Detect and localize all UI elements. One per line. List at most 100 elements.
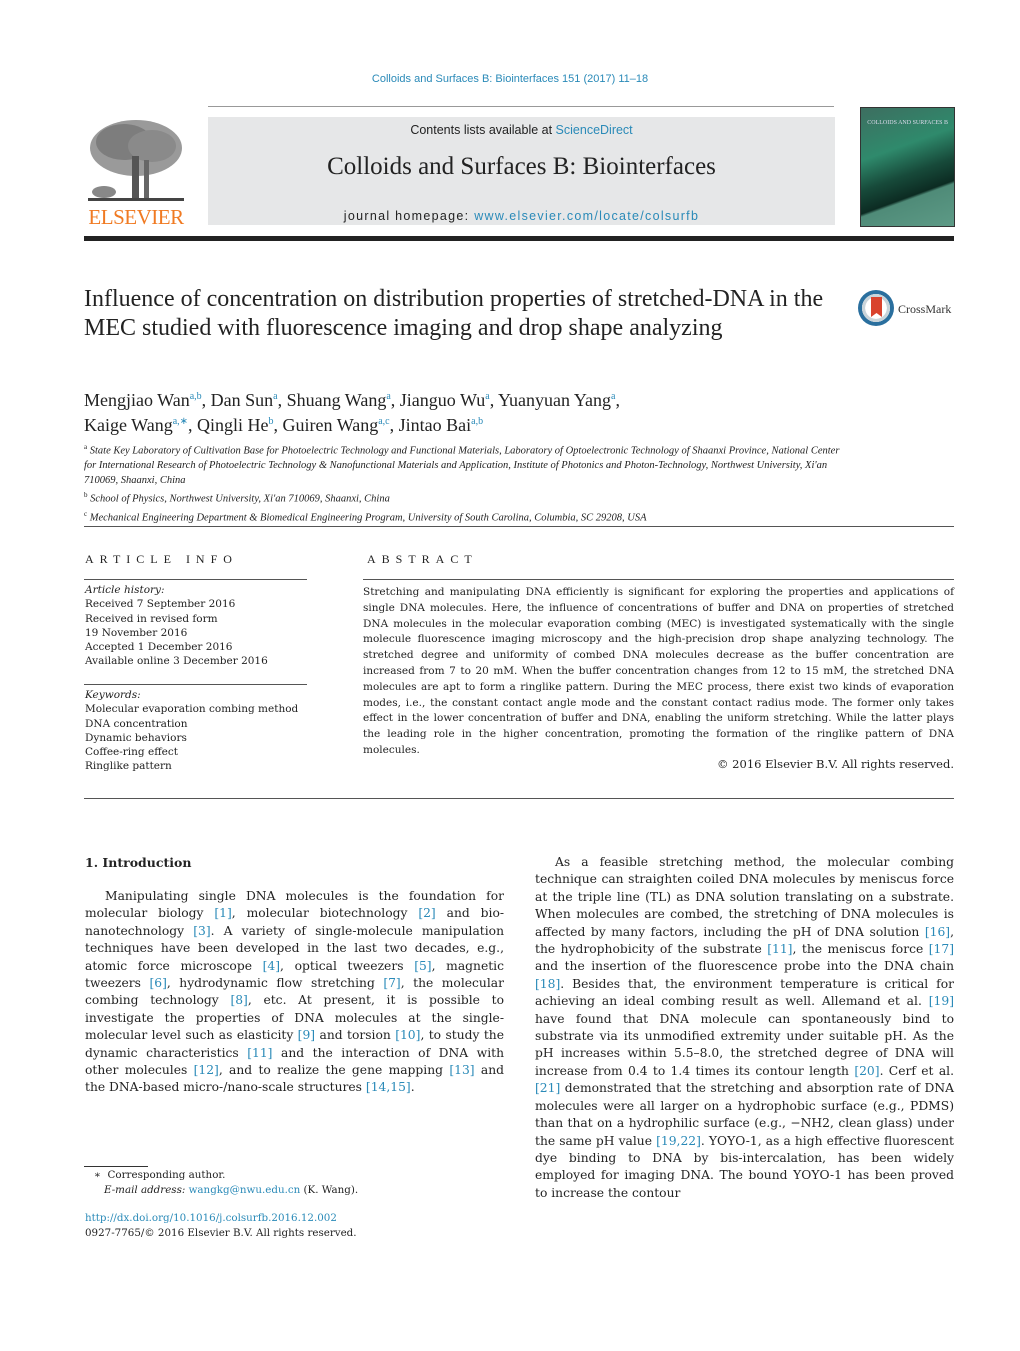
author[interactable]: Yuanyuan Yanga [498, 390, 615, 410]
journal-reference-link[interactable]: Colloids and Surfaces B: Biointerfaces 1… [0, 73, 1020, 85]
affiliations: a State Key Laboratory of Cultivation Ba… [84, 440, 844, 526]
author[interactable]: Jianguo Wua [400, 390, 490, 410]
citation-link[interactable]: [13] [449, 1063, 474, 1077]
affiliation-label: c [84, 510, 88, 518]
history-item: 19 November 2016 [85, 626, 188, 639]
author-name: Jintao Bai [398, 415, 472, 435]
author[interactable]: Dan Suna [211, 390, 278, 410]
affiliation-item: c Mechanical Engineering Department & Bi… [84, 507, 844, 526]
citation-link[interactable]: [16] [925, 925, 950, 939]
citation-link[interactable]: [10] [395, 1028, 420, 1042]
divider [84, 579, 307, 580]
author-separator: , [273, 415, 283, 435]
issn-line: 0927-7765/© 2016 Elsevier B.V. All right… [85, 1226, 357, 1239]
section-heading-introduction: 1. Introduction [85, 855, 192, 870]
article-history: Article history: Received 7 September 20… [85, 583, 305, 669]
journal-cover-thumbnail[interactable]: COLLOIDS AND SURFACES B [860, 107, 955, 227]
footnote-rule [84, 1166, 148, 1167]
affiliation-mark[interactable]: a,∗ [173, 416, 188, 427]
affiliation-mark[interactable]: a,c [378, 416, 389, 427]
author[interactable]: Qingli Heb [197, 415, 274, 435]
abstract-heading: ABSTRACT [367, 552, 478, 566]
body-text: , the meniscus force [792, 942, 929, 957]
citation-link[interactable]: [17] [929, 942, 954, 956]
affiliation-text: State Key Laboratory of Cultivation Base… [84, 445, 840, 486]
affiliation-item: b School of Physics, Northwest Universit… [84, 488, 844, 507]
body-text: . [410, 1080, 415, 1095]
citation-link[interactable]: [19] [929, 994, 954, 1008]
history-item: Received 7 September 2016 [85, 598, 236, 611]
author[interactable]: Jintao Baia,b [399, 415, 483, 435]
citation-link[interactable]: [9] [298, 1028, 315, 1042]
article-title: Influence of concentration on distributi… [84, 286, 824, 341]
crossmark-label: CrossMark [898, 302, 952, 316]
author-separator: , [277, 390, 287, 410]
keyword-item: Coffee-ring effect [85, 746, 178, 759]
citation-link[interactable]: [7] [383, 976, 400, 990]
citation-link[interactable]: [8] [230, 993, 247, 1007]
footnote-text: Corresponding author. [107, 1169, 226, 1181]
citation-link[interactable]: [11] [767, 942, 792, 956]
citation-link[interactable]: [3] [193, 924, 210, 938]
email-link[interactable]: wangkg@nwu.edu.cn [189, 1184, 301, 1196]
crossmark-button[interactable]: CrossMark [858, 290, 958, 330]
body-text: . Besides that, the environment temperat… [535, 976, 954, 1009]
body-text: and the insertion of the fluorescence pr… [535, 959, 954, 974]
affiliation-text: Mechanical Engineering Department & Biom… [89, 512, 647, 524]
elsevier-tree-icon [84, 116, 188, 206]
author[interactable]: Kaige Wanga,∗ [84, 415, 188, 435]
article-info-heading: ARTICLE INFO [85, 552, 238, 566]
body-text: , hydrodynamic flow stretching [166, 976, 384, 991]
citation-link[interactable]: [5] [414, 959, 431, 973]
doi-link[interactable]: http://dx.doi.org/10.1016/j.colsurfb.201… [85, 1211, 485, 1226]
journal-homepage-link[interactable]: www.elsevier.com/locate/colsurfb [474, 209, 699, 223]
body-text: . Cerf et al. [879, 1063, 954, 1078]
author-name: Mengjiao Wan [84, 390, 190, 410]
author[interactable]: Mengjiao Wana,b [84, 390, 202, 410]
footnote-mark: ∗ [94, 1169, 101, 1181]
citation-link[interactable]: [19,22] [656, 1134, 701, 1148]
corresponding-author-note: ∗ Corresponding author. [94, 1168, 494, 1183]
history-item: Accepted 1 December 2016 [85, 641, 233, 654]
body-text: , and to realize the gene mapping [218, 1063, 450, 1078]
citation-link[interactable]: [12] [194, 1063, 219, 1077]
author-separator: , [188, 415, 198, 435]
article-history-label: Article history: [85, 584, 165, 596]
author-separator: , [489, 390, 499, 410]
history-item: Received in revised form [85, 612, 218, 625]
journal-banner: Contents lists available at ScienceDirec… [208, 117, 835, 225]
citation-link[interactable]: [18] [535, 977, 560, 991]
body-paragraph: As a feasible stretching method, the mol… [535, 854, 954, 1202]
citation-link[interactable]: [1] [214, 906, 231, 920]
citation-link[interactable]: [11] [247, 1046, 272, 1060]
divider [84, 684, 307, 685]
author-separator: , [390, 390, 400, 410]
email-suffix: (K. Wang). [300, 1183, 359, 1196]
affiliation-text: School of Physics, Northwest University,… [90, 493, 390, 505]
citation-link[interactable]: [20] [854, 1064, 879, 1078]
citation-link[interactable]: [14,15] [366, 1080, 411, 1094]
author-name: Guiren Wang [282, 415, 379, 435]
citation-link[interactable]: [2] [418, 906, 435, 920]
body-paragraph: Manipulating single DNA molecules is the… [85, 888, 504, 1097]
author-name: Kaige Wang [84, 415, 173, 435]
author-separator: , [201, 390, 211, 410]
body-text: As a feasible stretching method, the mol… [535, 855, 954, 939]
citation-link[interactable]: [4] [263, 959, 280, 973]
abstract-text: Stretching and manipulating DNA efficien… [363, 586, 954, 756]
elsevier-logo[interactable]: ELSEVIER [84, 116, 188, 230]
body-column-left: Manipulating single DNA molecules is the… [85, 888, 504, 1097]
author-name: Jianguo Wu [399, 390, 486, 410]
divider [363, 579, 954, 580]
author-name: Shuang Wang [286, 390, 387, 410]
abstract-copyright: © 2016 Elsevier B.V. All rights reserved… [717, 757, 954, 771]
citation-link[interactable]: [21] [535, 1081, 560, 1095]
author[interactable]: Shuang Wanga [287, 390, 391, 410]
contents-prefix: Contents lists available at [410, 123, 556, 137]
author[interactable]: Guiren Wanga,c [283, 415, 390, 435]
affiliation-mark[interactable]: a,b [471, 416, 483, 427]
sciencedirect-link[interactable]: ScienceDirect [556, 123, 633, 137]
citation-link[interactable]: [6] [149, 976, 166, 990]
affiliation-mark[interactable]: a,b [190, 391, 202, 402]
journal-title: Colloids and Surfaces B: Biointerfaces [327, 153, 716, 180]
